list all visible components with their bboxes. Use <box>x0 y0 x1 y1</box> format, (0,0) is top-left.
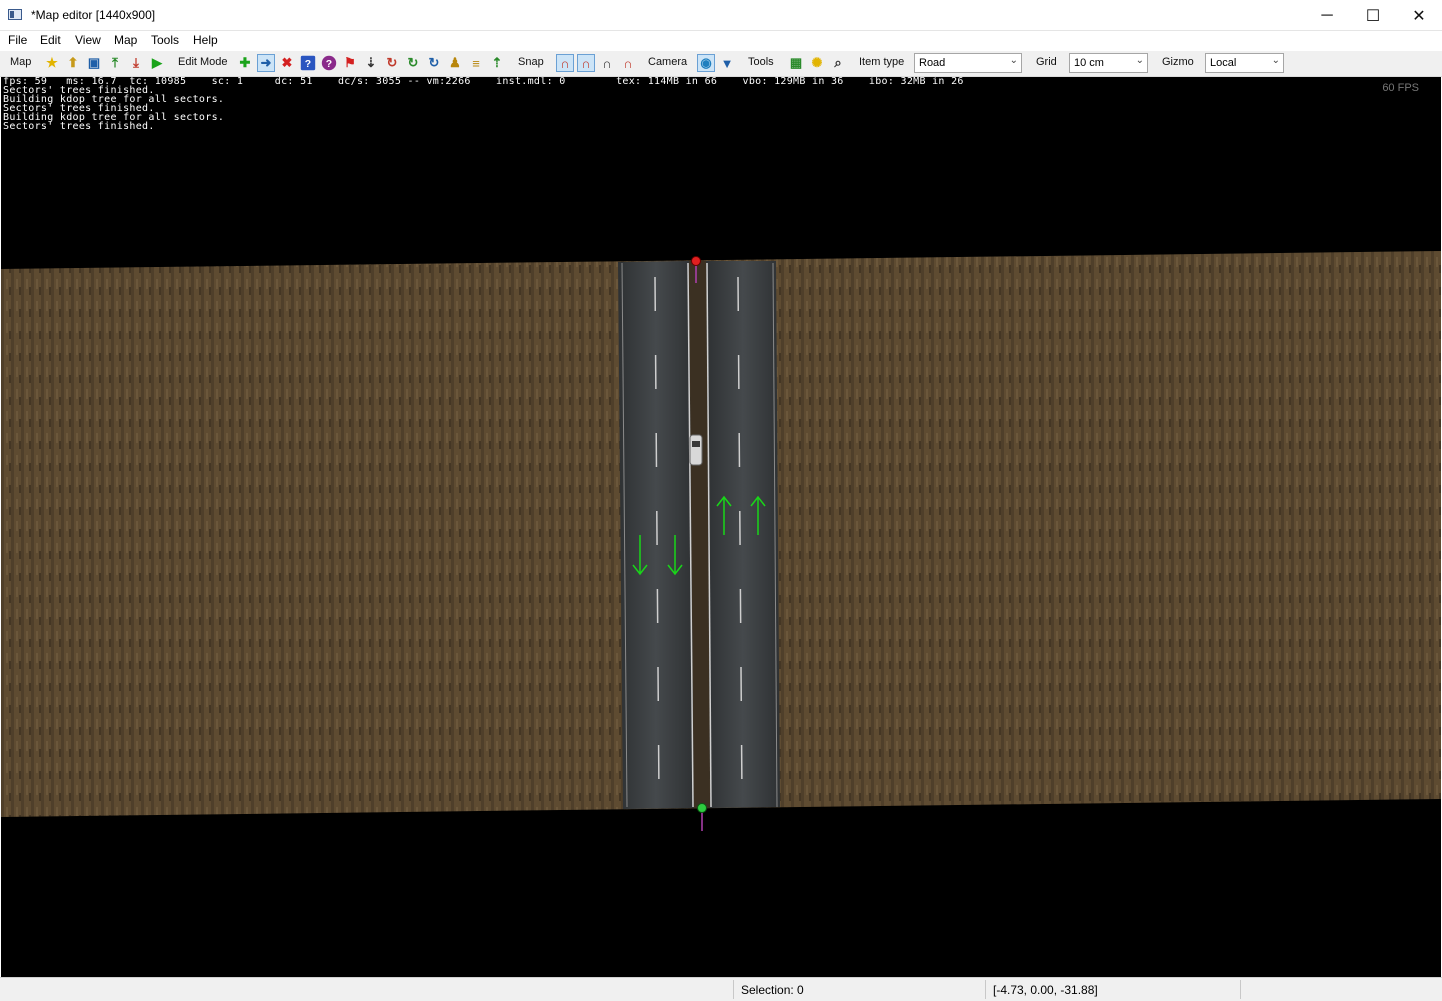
snap-magnet-grid-icon[interactable]: ∩ <box>577 54 595 72</box>
selection-status: Selection: 0 <box>741 983 804 997</box>
sun-icon[interactable]: ✺ <box>808 54 826 72</box>
chevron-down-icon: ⌄ <box>1009 55 1018 66</box>
import-icon[interactable]: ⤓ <box>127 54 145 72</box>
gizmo-label: Gizmo <box>1162 56 1194 68</box>
flag-icon[interactable]: ⚑ <box>341 54 359 72</box>
move-down-icon[interactable]: ⇣ <box>362 54 380 72</box>
chevron-down-icon: ⌄ <box>1271 55 1280 66</box>
favorite-icon[interactable]: ★ <box>43 54 61 72</box>
open-map-icon[interactable]: ⬆ <box>64 54 82 72</box>
rotate-z-icon[interactable]: ↻ <box>425 54 443 72</box>
gizmo-select[interactable]: Local ⌄ <box>1205 53 1284 73</box>
search-icon[interactable]: ⌕ <box>829 54 847 72</box>
tools-label: Tools <box>748 56 774 68</box>
menu-help[interactable]: Help <box>193 33 218 47</box>
item-type-select[interactable]: Road ⌄ <box>914 53 1022 73</box>
close-button[interactable]: ✕ <box>1396 0 1442 31</box>
rotate-x-icon[interactable]: ↻ <box>383 54 401 72</box>
grid-select[interactable]: 10 cm ⌄ <box>1069 53 1148 73</box>
start-node[interactable] <box>691 256 701 266</box>
delete-icon[interactable]: ✖ <box>278 54 296 72</box>
snap-magnet-item-icon[interactable]: ∩ <box>619 54 637 72</box>
camera-label: Camera <box>648 56 688 68</box>
map-toolbar-label: Map <box>10 56 32 68</box>
end-node[interactable] <box>697 803 707 813</box>
play-icon[interactable]: ▶ <box>148 54 166 72</box>
item-type-value: Road <box>919 57 946 69</box>
maximize-button[interactable]: ☐ <box>1350 0 1396 31</box>
edit-mode-label: Edit Mode <box>178 56 228 68</box>
minimize-icon: ─ <box>1321 6 1333 24</box>
move-up-icon[interactable]: ⇡ <box>488 54 506 72</box>
menu-file[interactable]: File <box>8 33 27 47</box>
status-divider <box>1240 980 1241 999</box>
grid-value: 10 cm <box>1074 57 1104 69</box>
window-title: *Map editor [1440x900] <box>31 8 156 22</box>
help-icon[interactable]: ? <box>300 55 316 71</box>
grid-icon[interactable]: ▦ <box>787 54 805 72</box>
ruler-icon[interactable]: ≡ <box>467 54 485 72</box>
grid-label: Grid <box>1036 56 1057 68</box>
status-bar: Selection: 0 [-4.73, 0.00, -31.88] <box>0 977 1442 1001</box>
rotate-y-icon[interactable]: ↻ <box>404 54 422 72</box>
menu-bar: File Edit View Map Tools Help <box>0 31 1442 51</box>
close-icon: ✕ <box>1412 7 1426 25</box>
map-viewport[interactable]: fps: 59 ms: 16.7 tc: 10985 sc: 1 dc: 51 … <box>1 77 1441 977</box>
vehicle[interactable] <box>689 434 703 466</box>
log-line: Sectors' trees finished. <box>3 121 155 132</box>
status-divider <box>985 980 986 999</box>
menu-tools[interactable]: Tools <box>151 33 179 47</box>
debug-console: fps: 59 ms: 16.7 tc: 10985 sc: 1 dc: 51 … <box>3 77 964 132</box>
road-right-carriageway[interactable] <box>706 261 780 808</box>
scene-canvas[interactable] <box>1 77 1441 977</box>
menu-edit[interactable]: Edit <box>40 33 61 47</box>
info-icon[interactable]: ? <box>321 55 337 71</box>
person-icon[interactable]: ♟ <box>446 54 464 72</box>
export-icon[interactable]: ⤒ <box>106 54 124 72</box>
title-bar: *Map editor [1440x900] ─ ☐ ✕ <box>0 0 1442 31</box>
gizmo-value: Local <box>1210 57 1237 69</box>
maximize-icon: ☐ <box>1365 7 1381 25</box>
cursor-coordinates: [-4.73, 0.00, -31.88] <box>993 983 1098 997</box>
item-type-label: Item type <box>859 56 905 68</box>
globe-icon[interactable]: ◉ <box>697 54 715 72</box>
status-divider <box>733 980 734 999</box>
road-left-carriageway[interactable] <box>618 261 694 809</box>
snap-magnet-node-icon[interactable]: ∩ <box>598 54 616 72</box>
menu-view[interactable]: View <box>75 33 101 47</box>
minimize-button[interactable]: ─ <box>1304 0 1350 31</box>
menu-map[interactable]: Map <box>114 33 137 47</box>
chevron-down-icon: ⌄ <box>1135 55 1144 66</box>
save-map-icon[interactable]: ▣ <box>85 54 103 72</box>
add-item-icon[interactable]: ✚ <box>236 54 254 72</box>
snap-magnet-icon[interactable]: ∩ <box>556 54 574 72</box>
snap-label: Snap <box>518 56 544 68</box>
app-icon <box>8 9 22 20</box>
select-mode-icon[interactable]: ➜ <box>257 54 275 72</box>
toolbar: Map ★ ⬆ ▣ ⤒ ⤓ ▶ Edit Mode ✚ ➜ ✖ ? ? ⚑ ⇣ … <box>0 51 1442 77</box>
fps-overlay: 60 FPS <box>1382 82 1419 94</box>
filter-icon[interactable]: ▼ <box>718 54 736 72</box>
vehicle-windshield <box>692 441 700 447</box>
